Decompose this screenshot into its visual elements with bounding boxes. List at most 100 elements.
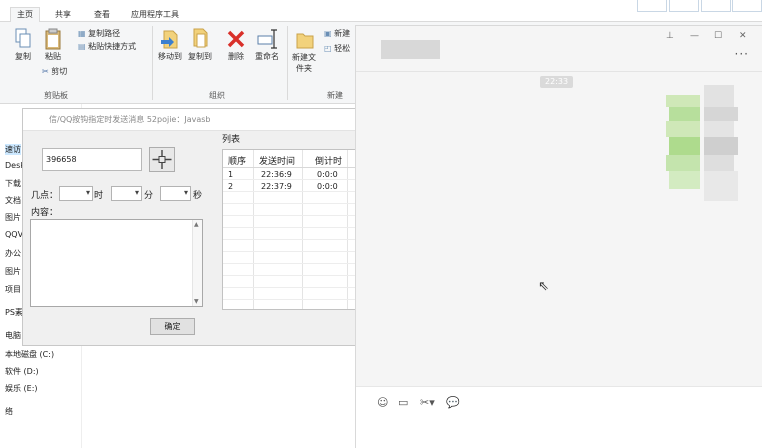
paste-shortcut-label: 粘贴快捷方式 [88,42,137,51]
pin-button[interactable]: ⊥ [666,31,674,41]
minimize-button[interactable]: — [690,31,699,41]
paste-button[interactable]: 粘贴 [40,28,66,62]
delete-icon [227,30,245,48]
column-divider [253,150,254,309]
folder-icon[interactable]: ▭ [398,396,408,409]
maximize-button[interactable]: ☐ [714,31,722,41]
column-header-send-time[interactable]: 发送时间 [259,154,295,167]
row-countdown: 0:0:0 [317,182,338,191]
top-icon[interactable] [701,0,731,12]
second-label: 秒 [193,191,203,201]
clipboard-icon [45,28,61,50]
new-folder-button[interactable]: 新建文件夹 [290,28,320,74]
close-button[interactable]: ✕ [739,31,747,41]
content-label: 内容： [31,208,59,218]
nav-item-drive-d[interactable]: 软件 (D:) [5,366,39,377]
schedule-list-view[interactable]: 顺序 发送时间 倒计时 1 22:36:9 0:0:0 2 22:37:9 0:… [222,149,357,310]
emoji-icon[interactable]: ☺ [377,396,388,409]
row-line [223,275,356,276]
nav-item[interactable]: 图片 [5,266,21,277]
top-icon[interactable] [637,0,667,12]
easy-access-button[interactable]: ◰ 轻松 [324,44,350,54]
row-order: 1 [228,170,234,179]
chevron-down-icon: ▾ [183,188,188,197]
row-line [223,179,356,180]
hour-select[interactable]: ▾ [59,186,93,201]
copy-to-label: 复制到 [188,52,212,61]
paste-shortcut-icon: ▤ [78,42,86,51]
scroll-down-icon: ▼ [194,298,199,305]
new-item-icon: ▣ [324,29,332,38]
qq-number-input[interactable]: 396658 [42,148,142,171]
crosshair-icon [152,150,172,169]
nav-item-drive-c[interactable]: 本地磁盘 (C:) [5,349,54,360]
screenshot-scissors-icon[interactable]: ✂▾ [420,396,435,409]
copy-path-button[interactable]: ▦ 复制路径 [78,29,120,39]
confirm-button[interactable]: 确定 [150,318,195,335]
second-select[interactable]: ▾ [160,186,191,201]
copy-label: 复制 [15,52,31,61]
rename-icon [257,29,277,49]
window-target-button[interactable] [149,147,175,172]
delete-label: 删除 [228,52,244,61]
nav-item[interactable]: PS素 [5,307,23,318]
nav-item[interactable]: 图片 [5,212,21,223]
tab-view[interactable]: 查看 [87,7,117,22]
row-countdown: 0:0:0 [317,170,338,179]
time-at-label: 几点： [31,191,59,201]
copy-button[interactable]: 复制 [10,28,36,62]
row-line [223,287,356,288]
row-line [223,263,356,264]
more-options-button[interactable]: ··· [735,47,749,61]
row-line [223,299,356,300]
column-header-order[interactable]: 顺序 [228,154,246,167]
paste-shortcut-button[interactable]: ▤ 粘贴快捷方式 [78,42,136,52]
copy-path-label: 复制路径 [88,29,121,38]
message-timestamp: 22:33 [540,76,574,88]
cut-button[interactable]: ✂ 剪切 [42,67,67,77]
move-to-button[interactable]: 移动到 [156,28,184,62]
easy-access-label: 轻松 [334,44,351,53]
top-icon[interactable] [732,0,762,12]
row-order: 2 [228,182,234,191]
row-line [223,251,356,252]
minute-label: 分 [144,191,154,201]
clipboard-group-label: 剪贴板 [44,91,68,100]
chat-header: ⊥ — ☐ ✕ ··· [356,26,762,72]
nav-item[interactable]: 电脑 [5,330,21,341]
copy-to-icon [193,28,208,48]
nav-item[interactable]: 络 [5,406,13,417]
row-send-time: 22:37:9 [261,182,292,191]
tab-home[interactable]: 主页 [10,7,40,22]
content-scrollbar[interactable]: ▲ ▼ [192,220,202,306]
nav-item[interactable]: 项目 [5,284,21,295]
row-line [223,239,356,240]
nav-item[interactable]: 办公 [5,248,21,259]
chat-input-area[interactable]: ☺ ▭ ✂▾ 💬 [356,386,762,448]
copy-to-button[interactable]: 复制到 [186,28,214,62]
new-folder-icon [296,33,314,49]
nav-item[interactable]: 下载 [5,178,21,189]
chat-bubble-icon[interactable]: 💬 [446,396,460,409]
delete-button[interactable]: 删除 [224,28,248,62]
minute-select[interactable]: ▾ [111,186,142,201]
nav-item-drive-e[interactable]: 娱乐 (E:) [5,383,38,394]
nav-item[interactable]: 速访 [5,144,21,155]
rename-button[interactable]: 重命名 [252,28,282,62]
header-divider [223,167,356,168]
copy-path-icon: ▦ [78,29,86,38]
column-header-countdown[interactable]: 倒计时 [315,154,342,167]
chevron-down-icon: ▾ [85,188,90,197]
tab-app-tools[interactable]: 应用程序工具 [124,7,186,22]
tab-share[interactable]: 共享 [48,7,78,22]
nav-item[interactable]: QQV [5,230,23,239]
new-item-label: 新建 [334,29,351,38]
new-item-button[interactable]: ▣ 新建 [324,29,350,39]
top-icon[interactable] [669,0,699,12]
nav-item[interactable]: 文档 [5,195,21,206]
contact-name-blurred [381,40,440,59]
message-content-textarea[interactable]: ▲ ▼ [30,219,203,307]
organize-group-label: 组织 [209,91,225,100]
move-to-icon [161,30,178,49]
tool-title: 信/QQ按钩指定时发送消息 52pojie：Javasb [49,115,211,124]
